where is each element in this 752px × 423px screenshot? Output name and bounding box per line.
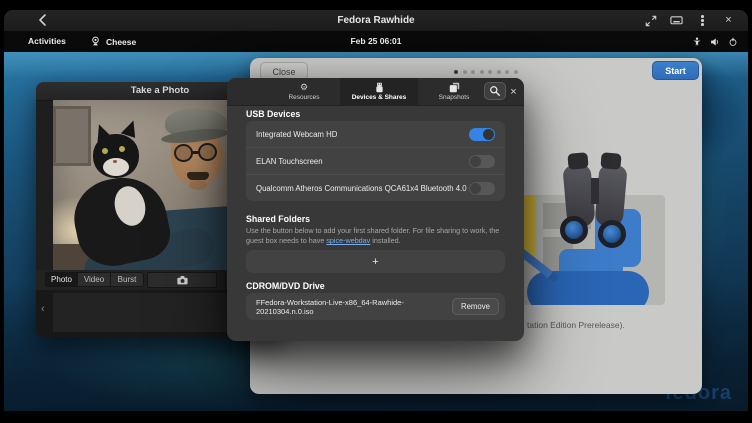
cheese-mode-tabs: PhotoVideoBurst [45, 272, 144, 287]
usb-device-row: ELAN Touchscreen [246, 148, 505, 175]
binoculars-barrel [594, 164, 627, 228]
toggle-knob [470, 156, 481, 167]
cat-nose [113, 160, 117, 163]
menu-button[interactable] [695, 13, 710, 28]
volume-icon [710, 37, 720, 47]
person-mustache [187, 172, 209, 180]
properties-dialog: ⚙Resources Devices & Shares Snapshots × US… [227, 78, 524, 341]
carousel-dots[interactable] [454, 70, 518, 74]
carousel-dot[interactable] [505, 70, 509, 74]
carousel-dot[interactable] [497, 70, 501, 74]
dialog-tabs: ⚙Resources Devices & Shares Snapshots [268, 78, 490, 105]
usb-device-list: Integrated Webcam HD ELAN Touchscreen Qual… [246, 121, 505, 201]
tab-label: Snapshots [439, 94, 470, 101]
shared-section-title: Shared Folders [246, 214, 310, 224]
carousel-dot[interactable] [463, 70, 467, 74]
usb-device-row: Integrated Webcam HD [246, 121, 505, 148]
iso-name: FFedora-Workstation-Live-x86_64-Rawhide-… [256, 298, 452, 316]
keyboard-button[interactable] [669, 13, 684, 28]
binoculars-bridge [591, 178, 599, 204]
binoculars-eyepiece [567, 152, 588, 170]
chevron-left-icon: ‹ [41, 303, 45, 315]
toggle-switch[interactable] [469, 155, 495, 168]
wall-picture [53, 106, 91, 166]
boxes-titlebar: Fedora Rawhide × [4, 10, 748, 32]
kebab-menu-icon [701, 14, 704, 27]
close-icon: × [510, 86, 516, 98]
fullscreen-icon [645, 15, 657, 27]
cdrom-row: FFedora-Workstation-Live-x86_64-Rawhide-… [246, 293, 505, 320]
usb-device-row: Qualcomm Atheros Communications QCA61x4 … [246, 175, 505, 201]
toggle-knob [483, 129, 494, 140]
carousel-dot[interactable] [514, 70, 518, 74]
fullscreen-button[interactable] [643, 13, 658, 28]
search-icon [489, 85, 501, 97]
toggle-switch[interactable] [469, 128, 495, 141]
binoculars-eyepiece [600, 152, 621, 170]
description-text: installed. [370, 236, 400, 245]
usb-device-name: ELAN Touchscreen [256, 157, 469, 166]
keyboard-icon [670, 14, 683, 27]
shared-folders-description: Use the button below to add your first s… [246, 226, 505, 246]
cat-eye [119, 146, 125, 152]
cdrom-section-title: CDROM/DVD Drive [246, 281, 325, 291]
usb-device-name: Integrated Webcam HD [256, 130, 469, 139]
tab-resources[interactable]: ⚙Resources [268, 78, 340, 105]
boxes-window: Fedora Rawhide × Activities Cheese Feb 2… [0, 0, 752, 423]
close-icon: × [725, 15, 731, 26]
tab-label: Resources [288, 94, 319, 101]
binoculars-lens [598, 220, 626, 248]
carousel-dot[interactable] [471, 70, 475, 74]
clock[interactable]: Feb 25 06:01 [4, 31, 748, 52]
cheese-tab-video[interactable]: Video [78, 272, 111, 287]
toggle-knob [470, 183, 481, 194]
binoculars-lens [560, 216, 588, 244]
gallery-prev-button[interactable]: ‹ [41, 303, 45, 315]
camera-shutter-icon [176, 275, 189, 286]
dialog-close-button[interactable]: × [506, 78, 521, 105]
back-button[interactable] [36, 13, 52, 28]
tour-start-button[interactable]: Start [652, 61, 699, 80]
tour-caption: tation Edition Prerelease). [527, 320, 625, 330]
tab-devices-shares[interactable]: Devices & Shares [340, 78, 418, 105]
carousel-dot[interactable] [454, 70, 458, 74]
status-area[interactable] [692, 31, 738, 52]
tab-snapshots[interactable]: Snapshots [418, 78, 490, 105]
usb-device-name: Qualcomm Atheros Communications QCA61x4 … [256, 184, 469, 193]
snapshots-icon [449, 82, 460, 93]
usb-icon [374, 82, 385, 93]
tab-label: Devices & Shares [352, 94, 407, 101]
spice-webdav-link[interactable]: spice-webdav [326, 236, 370, 245]
usb-section-title: USB Devices [246, 109, 300, 119]
accessibility-icon [692, 37, 702, 47]
search-button[interactable] [484, 82, 506, 100]
dialog-header: ⚙Resources Devices & Shares Snapshots × [227, 78, 524, 106]
glasses-right-lens [198, 143, 217, 161]
power-icon [728, 37, 738, 47]
cheese-tab-photo[interactable]: Photo [45, 272, 78, 287]
remove-iso-button[interactable]: Remove [452, 298, 499, 315]
cheese-tab-burst[interactable]: Burst [111, 272, 144, 287]
glasses-left-lens [174, 144, 193, 162]
carousel-dot[interactable] [488, 70, 492, 74]
gnome-top-bar: Activities Cheese Feb 25 06:01 [4, 31, 748, 52]
toggle-switch[interactable] [469, 182, 495, 195]
carousel-dot[interactable] [480, 70, 484, 74]
cat-eye [102, 148, 108, 154]
close-window-button[interactable]: × [721, 13, 736, 28]
back-chevron-icon [36, 13, 52, 27]
add-shared-folder-button[interactable]: + [246, 250, 505, 273]
gear-icon: ⚙ [300, 82, 308, 93]
take-photo-button[interactable] [147, 272, 217, 288]
window-title: Fedora Rawhide [4, 10, 748, 31]
glasses-bridge [192, 151, 198, 154]
person-chin [189, 180, 207, 190]
